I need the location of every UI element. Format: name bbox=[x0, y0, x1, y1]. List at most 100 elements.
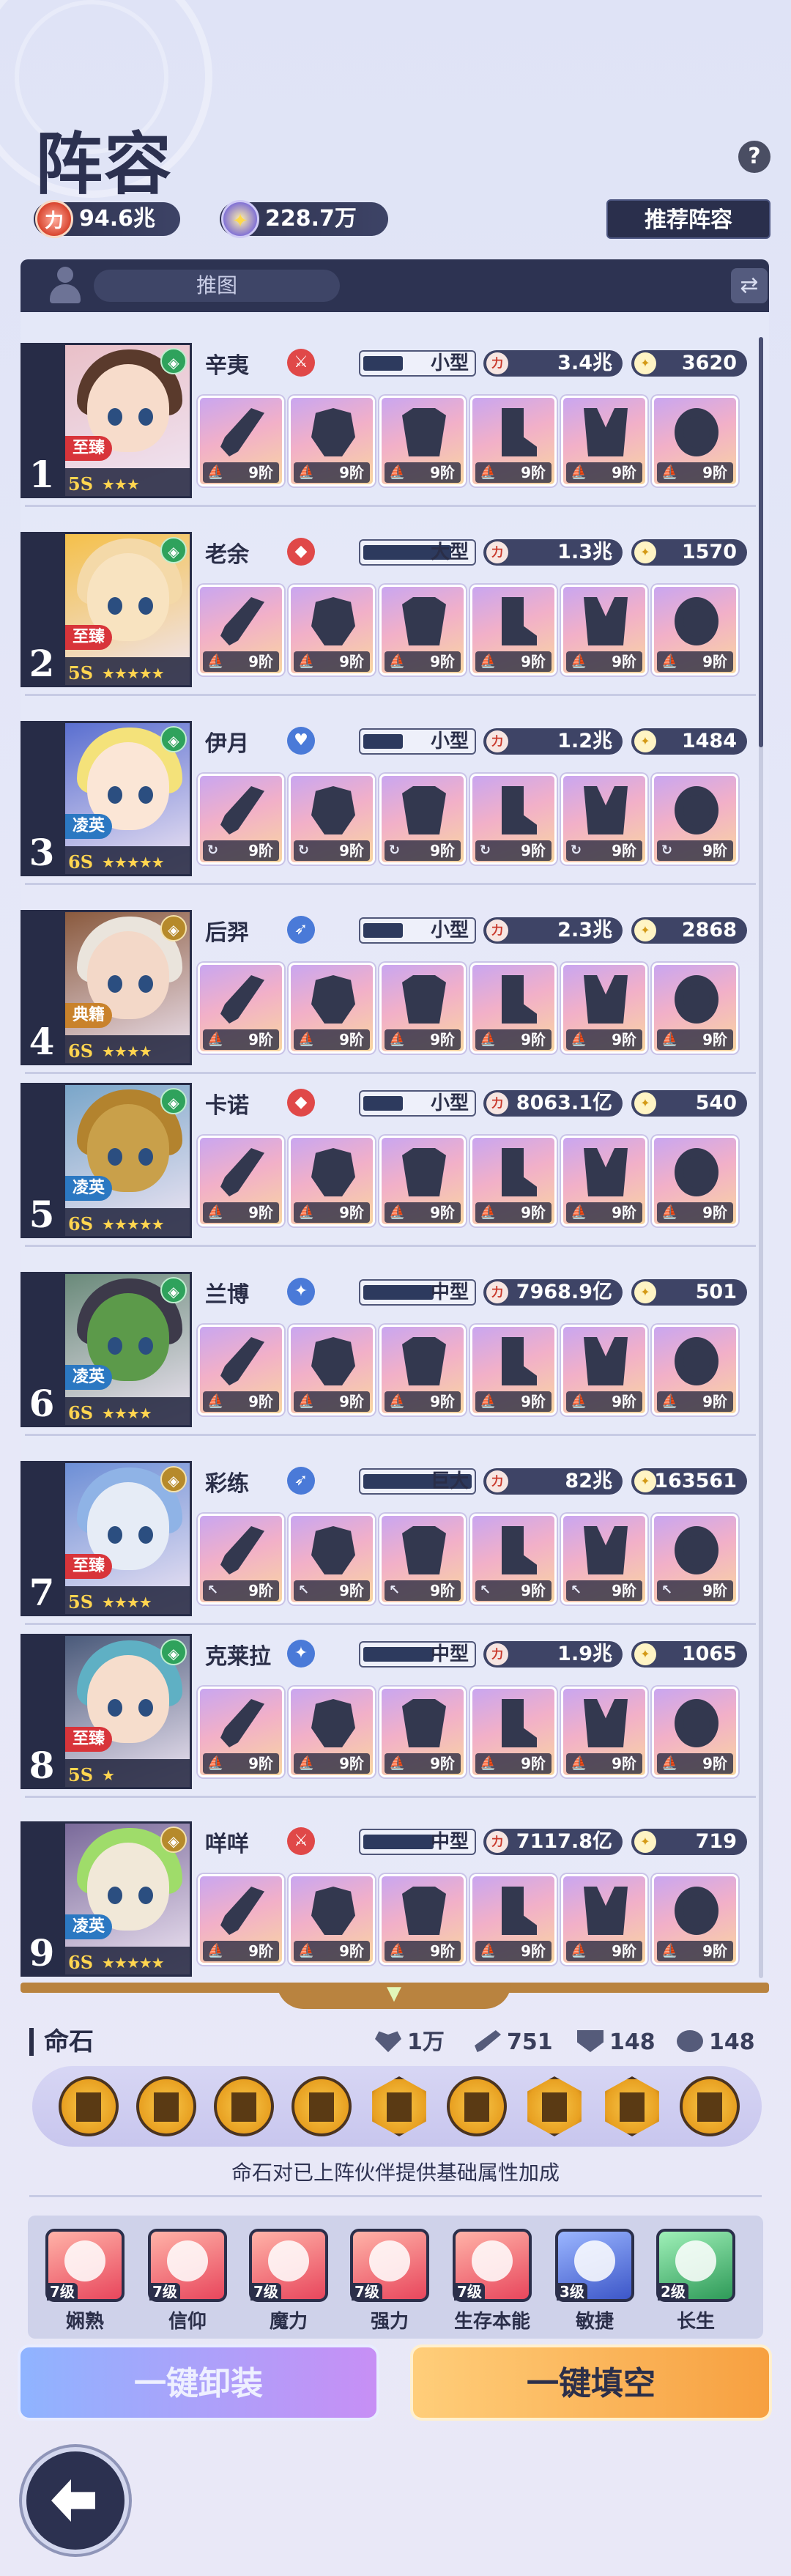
equipment-slot[interactable]: ⛵ 9阶 bbox=[470, 585, 557, 676]
equipment-slot[interactable]: ⛵ 9阶 bbox=[289, 963, 375, 1054]
chevron-down-icon[interactable]: ▼ bbox=[379, 1984, 409, 2003]
equipment-slot[interactable]: ↖ 9阶 bbox=[289, 1514, 375, 1605]
hero-row[interactable]: 2 ◈ 至臻 5S ★★★★★ 老余 ◆ 大型力 1.3兆 ✦ 1570 ⛵ 9阶 ⛵ 9阶 ⛵ 9阶 ⛵ 9阶 ⛵ 9… bbox=[21, 526, 760, 696]
equipment-slot[interactable]: ↻ 9阶 bbox=[470, 774, 557, 865]
fate-stone-slot[interactable] bbox=[136, 2076, 196, 2136]
equipment-slot[interactable]: ↻ 9阶 bbox=[652, 774, 738, 865]
equipment-slot[interactable]: ⛵ 9阶 bbox=[561, 396, 647, 486]
equipment-slot[interactable]: ⛵ 9阶 bbox=[198, 1325, 284, 1415]
equipment-slot[interactable]: ⛵ 9阶 bbox=[470, 1325, 557, 1415]
hero-row[interactable]: 1 ◈ 至臻 5S ★★★ 辛夷 ⚔ 小型力 3.4兆 ✦ 3620 ⛵ 9阶 ⛵ 9阶 ⛵ 9阶 ⛵ 9阶 ⛵ 9阶 ⛵… bbox=[21, 337, 760, 507]
equipment-slot[interactable]: ↻ 9阶 bbox=[561, 774, 647, 865]
equipment-slot[interactable]: ⛵ 9阶 bbox=[198, 585, 284, 676]
recommend-lineup-button[interactable]: 推荐阵容 bbox=[606, 199, 770, 239]
hero-portrait[interactable]: ◈ 典籍 6S ★★★★ bbox=[63, 910, 192, 1065]
auto-fill-button[interactable]: 一键填空 bbox=[410, 2344, 772, 2421]
equipment-slot[interactable]: ⛵ 9阶 bbox=[652, 585, 738, 676]
equipment-tier-label: 9阶 bbox=[702, 1755, 727, 1772]
equipment-slot[interactable]: ⛵ 9阶 bbox=[561, 1874, 647, 1965]
fate-stone-slot[interactable] bbox=[447, 2076, 507, 2136]
attribute-magic[interactable]: 7级 bbox=[249, 2229, 328, 2302]
attribute-survival[interactable]: 7级 bbox=[453, 2229, 532, 2302]
equipment-slot[interactable]: ↖ 9阶 bbox=[561, 1514, 647, 1605]
hero-portrait[interactable]: ◈ 至臻 5S ★★★★★ bbox=[63, 532, 192, 687]
equipment-slot[interactable]: ⛵ 9阶 bbox=[470, 963, 557, 1054]
equipment-slot[interactable]: ⛵ 9阶 bbox=[652, 1136, 738, 1226]
equipment-slot[interactable]: ⛵ 9阶 bbox=[652, 1874, 738, 1965]
equipment-slot[interactable]: ⛵ 9阶 bbox=[289, 396, 375, 486]
equipment-slot[interactable]: ⛵ 9阶 bbox=[289, 1687, 375, 1777]
hero-row[interactable]: 5 ◈ 凌英 6S ★★★★★ 卡诺 ◆ 小型力 8063.1亿 ✦ 540 ⛵ 9阶 ⛵ 9阶 ⛵ 9阶 ⛵ 9阶… bbox=[21, 1077, 760, 1247]
unequip-all-button[interactable]: 一键卸装 bbox=[18, 2344, 379, 2421]
equipment-slot[interactable]: ⛵ 9阶 bbox=[379, 963, 466, 1054]
list-scrollbar-thumb[interactable] bbox=[759, 337, 763, 747]
hero-portrait[interactable]: ◈ 凌英 6S ★★★★★ bbox=[63, 721, 192, 876]
equipment-slot[interactable]: ⛵ 9阶 bbox=[652, 1325, 738, 1415]
back-button[interactable] bbox=[22, 2447, 129, 2554]
fate-stone-slot[interactable] bbox=[59, 2076, 119, 2136]
attribute-strength[interactable]: 7级 bbox=[350, 2229, 429, 2302]
hero-portrait[interactable]: ◈ 凌英 6S ★★★★★ bbox=[63, 1821, 192, 1977]
equipment-slot[interactable]: ⛵ 9阶 bbox=[652, 1687, 738, 1777]
fate-stone-slot[interactable] bbox=[680, 2076, 740, 2136]
equipment-slot[interactable]: ⛵ 9阶 bbox=[561, 963, 647, 1054]
attribute-longevity[interactable]: 2级 bbox=[656, 2229, 735, 2302]
fate-stone-slot[interactable] bbox=[291, 2076, 352, 2136]
attribute-proficiency[interactable]: 7级 bbox=[45, 2229, 125, 2302]
equipment-slot[interactable]: ⛵ 9阶 bbox=[470, 1136, 557, 1226]
equipment-slot[interactable]: ⛵ 9阶 bbox=[198, 1874, 284, 1965]
equipment-slot[interactable]: ⛵ 9阶 bbox=[561, 1136, 647, 1226]
fate-stone-slot[interactable] bbox=[527, 2076, 582, 2136]
equipment-slot[interactable]: ⛵ 9阶 bbox=[379, 1687, 466, 1777]
equipment-slot[interactable]: ⛵ 9阶 bbox=[289, 585, 375, 676]
equipment-tier: ⛵ 9阶 bbox=[657, 1941, 733, 1961]
switch-icon[interactable]: ⇄ bbox=[731, 268, 768, 303]
equipment-slot[interactable]: ⛵ 9阶 bbox=[561, 585, 647, 676]
equipment-slot[interactable]: ↖ 9阶 bbox=[470, 1514, 557, 1605]
hero-list[interactable]: 1 ◈ 至臻 5S ★★★ 辛夷 ⚔ 小型力 3.4兆 ✦ 3620 ⛵ 9阶 ⛵ 9阶 ⛵ 9阶 ⛵ 9阶 ⛵ 9阶 ⛵… bbox=[21, 312, 769, 1983]
equipment-slot[interactable]: ⛵ 9阶 bbox=[470, 396, 557, 486]
equipment-slot[interactable]: ⛵ 9阶 bbox=[198, 1136, 284, 1226]
fate-stone-slot[interactable] bbox=[605, 2076, 659, 2136]
equipment-slot[interactable]: ⛵ 9阶 bbox=[198, 1687, 284, 1777]
equipment-slot[interactable]: ⛵ 9阶 bbox=[652, 963, 738, 1054]
equipment-slot[interactable]: ↻ 9阶 bbox=[289, 774, 375, 865]
equipment-slot[interactable]: ⛵ 9阶 bbox=[652, 396, 738, 486]
hero-portrait[interactable]: ◈ 凌英 6S ★★★★★ bbox=[63, 1083, 192, 1238]
equipment-slot[interactable]: ↻ 9阶 bbox=[379, 774, 466, 865]
equipment-slot[interactable]: ⛵ 9阶 bbox=[379, 1325, 466, 1415]
hero-portrait[interactable]: ◈ 凌英 6S ★★★★ bbox=[63, 1272, 192, 1427]
attribute-agility[interactable]: 3级 bbox=[555, 2229, 634, 2302]
equipment-slot[interactable]: ↻ 9阶 bbox=[198, 774, 284, 865]
fate-stone-slot[interactable] bbox=[214, 2076, 274, 2136]
equipment-slot[interactable]: ↖ 9阶 bbox=[379, 1514, 466, 1605]
equipment-slot[interactable]: ⛵ 9阶 bbox=[198, 963, 284, 1054]
equipment-slot[interactable]: ⛵ 9阶 bbox=[379, 396, 466, 486]
equipment-slot[interactable]: ⛵ 9阶 bbox=[470, 1874, 557, 1965]
equipment-slot[interactable]: ⛵ 9阶 bbox=[470, 1687, 557, 1777]
equipment-slot[interactable]: ⛵ 9阶 bbox=[289, 1325, 375, 1415]
equipment-slot[interactable]: ↖ 9阶 bbox=[652, 1514, 738, 1605]
hero-row[interactable]: 7 ◈ 至臻 5S ★★★★ 彩练 ➶ 巨大力 82兆 ✦ 163561 ↖ 9阶 ↖ 9阶 ↖ 9阶 ↖ 9阶 ↖ 9… bbox=[21, 1455, 760, 1625]
hero-portrait[interactable]: ◈ 至臻 5S ★★★ bbox=[63, 343, 192, 498]
help-icon[interactable]: ? bbox=[738, 141, 770, 173]
hero-row[interactable]: 3 ◈ 凌英 6S ★★★★★ 伊月 ♥ 小型力 1.2兆 ✦ 1484 ↻ 9阶 ↻ 9阶 ↻ 9阶 ↻ 9阶 ↻ 9… bbox=[21, 715, 760, 885]
hero-row[interactable]: 6 ◈ 凌英 6S ★★★★ 兰博 ✦ 中型力 7968.9亿 ✦ 501 ⛵ 9阶 ⛵ 9阶 ⛵ 9阶 ⛵ 9阶 ⛵… bbox=[21, 1266, 760, 1436]
equipment-slot[interactable]: ↖ 9阶 bbox=[198, 1514, 284, 1605]
hero-portrait[interactable]: ◈ 至臻 5S ★★★★ bbox=[63, 1461, 192, 1616]
hero-row[interactable]: 8 ◈ 至臻 5S ★ 克莱拉 ✦ 中型力 1.9兆 ✦ 1065 ⛵ 9阶 ⛵ 9阶 ⛵ 9阶 ⛵ 9阶 ⛵ 9阶 ⛵ 9… bbox=[21, 1628, 760, 1798]
hero-row[interactable]: 4 ◈ 典籍 6S ★★★★ 后羿 ➶ 小型力 2.3兆 ✦ 2868 ⛵ 9阶 ⛵ 9阶 ⛵ 9阶 ⛵ 9阶 ⛵ 9阶… bbox=[21, 904, 760, 1074]
equipment-slot[interactable]: ⛵ 9阶 bbox=[561, 1325, 647, 1415]
equipment-slot[interactable]: ⛵ 9阶 bbox=[289, 1874, 375, 1965]
equipment-slot[interactable]: ⛵ 9阶 bbox=[198, 396, 284, 486]
hero-row[interactable]: 9 ◈ 凌英 6S ★★★★★ 咩咩 ⚔ 中型力 7117.8亿 ✦ 719 ⛵ 9阶 ⛵ 9阶 ⛵ 9阶 ⛵ 9阶… bbox=[21, 1816, 760, 1981]
fate-stone-slot[interactable] bbox=[372, 2076, 426, 2136]
equipment-slot[interactable]: ⛵ 9阶 bbox=[379, 1874, 466, 1965]
equipment-slot[interactable]: ⛵ 9阶 bbox=[379, 1136, 466, 1226]
equipment-slot[interactable]: ⛵ 9阶 bbox=[561, 1687, 647, 1777]
hero-portrait[interactable]: ◈ 至臻 5S ★ bbox=[63, 1634, 192, 1789]
equipment-slot[interactable]: ⛵ 9阶 bbox=[289, 1136, 375, 1226]
attribute-faith[interactable]: 7级 bbox=[148, 2229, 227, 2302]
equipment-slot[interactable]: ⛵ 9阶 bbox=[379, 585, 466, 676]
tab-push-map[interactable]: 推图 bbox=[94, 270, 340, 302]
